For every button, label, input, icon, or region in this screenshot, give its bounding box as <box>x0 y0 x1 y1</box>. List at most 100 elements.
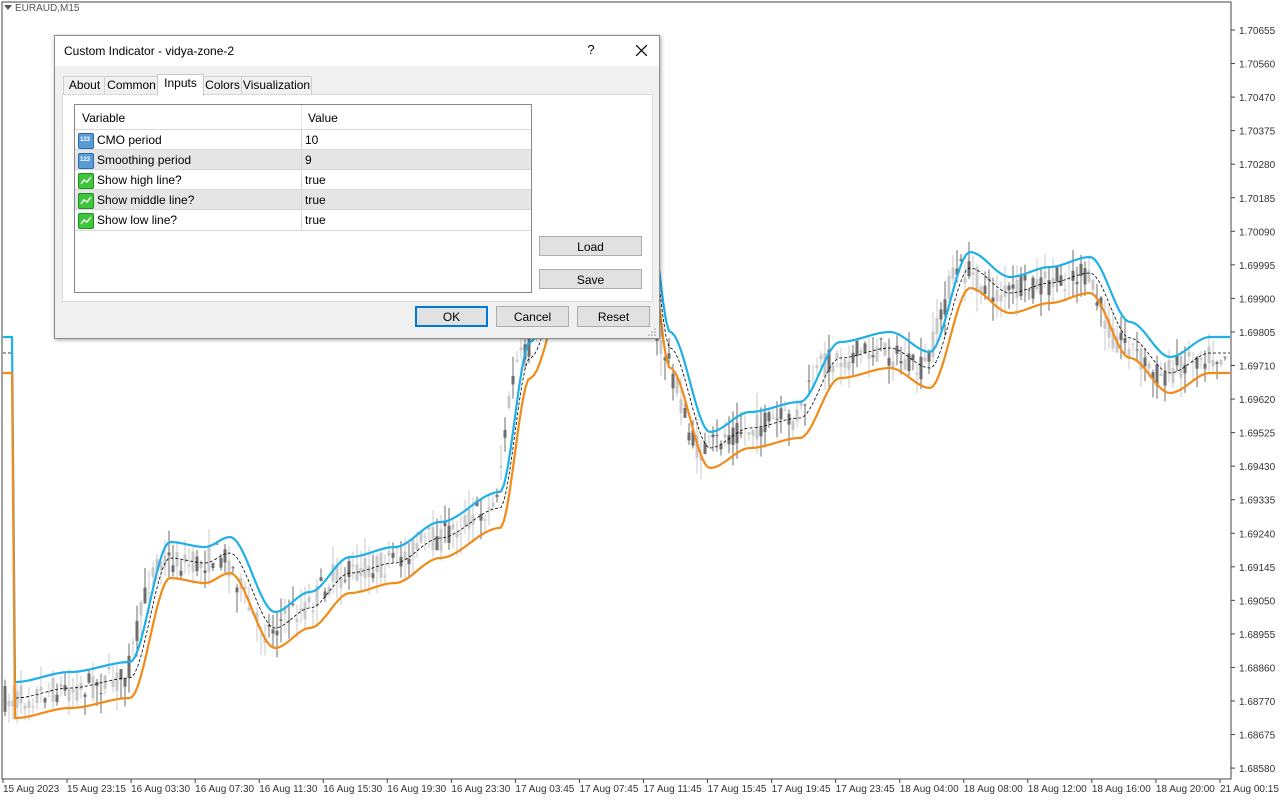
reset-button[interactable]: Reset <box>577 306 650 327</box>
param-value[interactable]: true <box>305 173 326 187</box>
variable-column-header[interactable]: Variable <box>82 111 125 125</box>
candle-body <box>23 705 27 709</box>
cancel-button[interactable]: Cancel <box>496 306 569 327</box>
candle-body <box>1123 337 1127 343</box>
candle-body <box>111 680 115 688</box>
param-value[interactable]: true <box>305 213 326 227</box>
time-tick-label: 16 Aug 19:30 <box>387 784 446 795</box>
candle-body <box>815 365 819 368</box>
param-row-show-high-line[interactable]: Show high line? true <box>75 169 531 190</box>
candle-body <box>839 362 843 367</box>
close-button[interactable] <box>623 36 659 66</box>
candle-body <box>79 682 83 690</box>
candle-body <box>391 552 395 558</box>
candle-body <box>835 353 839 358</box>
time-tick-label: 18 Aug 08:00 <box>964 784 1023 795</box>
candle-body <box>119 669 123 680</box>
candle-body <box>939 309 943 320</box>
candle-body <box>767 412 771 422</box>
tab-common[interactable]: Common <box>104 76 159 95</box>
candle-body <box>351 565 355 567</box>
price-tick-label: 1.69805 <box>1239 328 1276 339</box>
param-value[interactable]: 9 <box>305 153 312 167</box>
symbol-text: EURAUD,M15 <box>15 3 80 14</box>
row-divider <box>301 210 302 230</box>
candle-body <box>343 580 347 582</box>
tab-colors[interactable]: Colors <box>202 76 243 95</box>
candle-body <box>1047 280 1051 296</box>
candle-body <box>183 554 187 563</box>
candle-body <box>39 687 43 691</box>
resize-grip-icon[interactable] <box>648 327 657 336</box>
tab-inputs[interactable]: Inputs <box>157 74 204 96</box>
candle-body <box>879 338 883 340</box>
candle-body <box>1003 285 1007 298</box>
param-row-smoothing-period[interactable]: 123 Smoothing period 9 <box>75 149 531 170</box>
candle-body <box>755 413 759 440</box>
header-divider[interactable] <box>301 105 302 129</box>
candle-body <box>687 432 691 441</box>
number-icon-text: 123 <box>80 157 91 163</box>
candle-body <box>1223 356 1227 358</box>
candle-body <box>35 689 39 704</box>
candle-body <box>711 434 715 438</box>
candle-body <box>387 551 391 556</box>
price-tick-label: 1.70280 <box>1239 160 1276 171</box>
candle-body <box>1019 275 1023 297</box>
candle-body <box>55 694 59 702</box>
param-value[interactable]: 10 <box>305 133 318 147</box>
candle-body <box>707 435 711 437</box>
save-button[interactable]: Save <box>539 269 642 289</box>
candle-body <box>703 442 707 455</box>
candle-body <box>1091 279 1095 290</box>
candle-body <box>443 522 447 527</box>
param-row-cmo-period[interactable]: 123 CMO period 10 <box>75 129 531 150</box>
dropdown-triangle-icon[interactable] <box>4 5 12 10</box>
time-tick-label: 17 Aug 23:45 <box>836 784 895 795</box>
candle-body <box>127 655 131 678</box>
time-tick-label: 17 Aug 19:45 <box>772 784 831 795</box>
candle-body <box>311 610 315 613</box>
ok-button[interactable]: OK <box>415 306 488 327</box>
candle-body <box>783 409 787 411</box>
candle-body <box>479 513 483 521</box>
dialog-title: Custom Indicator - vidya-zone-2 <box>64 44 235 58</box>
candle-body <box>751 430 755 436</box>
candle-body <box>195 556 199 572</box>
candle-body <box>375 556 379 572</box>
dialog-titlebar[interactable]: Custom Indicator - vidya-zone-2 ? <box>55 36 659 66</box>
param-value[interactable]: true <box>305 193 326 207</box>
candle-body <box>899 361 903 364</box>
candle-body <box>715 435 719 437</box>
candle-body <box>91 676 95 699</box>
candle-body <box>459 533 463 535</box>
time-tick-label: 17 Aug 03:45 <box>515 784 574 795</box>
candle-body <box>891 361 895 368</box>
candle-body <box>1131 343 1135 345</box>
candle-body <box>919 356 923 380</box>
load-button[interactable]: Load <box>539 236 642 256</box>
tab-about[interactable]: About <box>63 76 106 95</box>
param-row-show-middle-line[interactable]: Show middle line? true <box>75 189 531 210</box>
candle-body <box>1175 356 1179 366</box>
candle-body <box>1215 362 1219 364</box>
time-tick-label: 16 Aug 11:30 <box>259 784 318 795</box>
tab-visualization[interactable]: Visualization <box>241 76 312 95</box>
help-button[interactable]: ? <box>583 42 599 57</box>
candle-body <box>235 587 239 593</box>
time-tick-label: 18 Aug 20:00 <box>1156 784 1215 795</box>
candle-body <box>947 275 951 300</box>
candle-body <box>999 295 1003 302</box>
candle-body <box>971 272 975 275</box>
candle-body <box>1135 349 1139 351</box>
param-row-show-low-line[interactable]: Show low line? true <box>75 209 531 231</box>
value-column-header[interactable]: Value <box>308 111 338 125</box>
candle-body <box>875 346 879 362</box>
candle-body <box>1059 275 1063 286</box>
candle-body <box>27 701 31 708</box>
candle-body <box>131 642 135 644</box>
candle-body <box>43 698 47 703</box>
candle-body <box>1159 373 1163 376</box>
symbol-label[interactable]: EURAUD,M15 <box>4 3 79 14</box>
time-tick-label: 17 Aug 07:45 <box>579 784 638 795</box>
